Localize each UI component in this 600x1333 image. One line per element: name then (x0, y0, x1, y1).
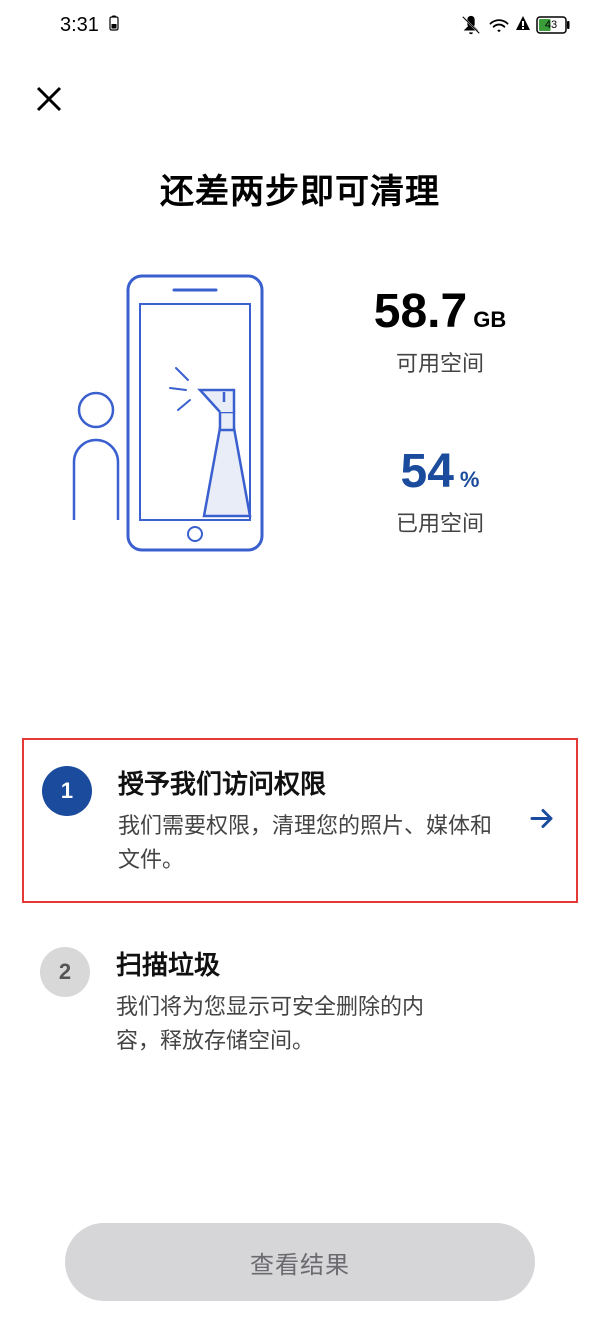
wifi-icon (488, 16, 510, 34)
arrow-right-icon (526, 803, 556, 838)
step-grant-permission[interactable]: 1 授予我们访问权限 我们需要权限，清理您的照片、媒体和文件。 (22, 738, 578, 903)
steps-list: 1 授予我们访问权限 我们需要权限，清理您的照片、媒体和文件。 2 扫描垃圾 我… (0, 738, 600, 1082)
hero: 58.7GB 可用空间 54% 已用空间 (0, 268, 600, 558)
battery-level: 43 (536, 16, 566, 34)
alert-icon (516, 16, 530, 34)
free-space-value: 58.7 (374, 285, 467, 338)
step-number-badge: 1 (42, 766, 92, 816)
step-number-badge: 2 (40, 947, 90, 997)
storage-stats: 58.7GB 可用空间 54% 已用空间 (300, 288, 560, 538)
free-space-label: 可用空间 (374, 346, 506, 378)
page-title: 还差两步即可清理 (0, 164, 600, 213)
status-bar: 3:31 43 (0, 0, 600, 50)
close-button[interactable] (30, 80, 68, 118)
step-title: 授予我们访问权限 (118, 764, 508, 801)
free-space-block: 58.7GB 可用空间 (374, 288, 506, 378)
close-icon (34, 84, 64, 114)
battery-icon: 43 (536, 16, 570, 34)
used-space-unit: % (460, 467, 480, 492)
used-space-block: 54% 已用空间 (396, 448, 484, 538)
view-results-button[interactable]: 查看结果 (65, 1223, 535, 1301)
step-desc: 我们将为您显示可安全删除的内容，释放存储空间。 (116, 990, 440, 1058)
status-time: 3:31 (60, 14, 99, 37)
battery-small-icon (109, 14, 119, 37)
status-right: 43 (460, 14, 570, 36)
free-space-unit: GB (473, 307, 506, 332)
used-space-value: 54 (401, 445, 454, 498)
step-desc: 我们需要权限，清理您的照片、媒体和文件。 (118, 809, 508, 877)
phone-clean-illustration (70, 268, 300, 558)
mute-icon (460, 14, 482, 36)
status-left: 3:31 (60, 14, 119, 37)
used-space-label: 已用空间 (396, 506, 484, 538)
step-title: 扫描垃圾 (116, 945, 440, 982)
step-scan-junk: 2 扫描垃圾 我们将为您显示可安全删除的内容，释放存储空间。 (22, 921, 578, 1082)
